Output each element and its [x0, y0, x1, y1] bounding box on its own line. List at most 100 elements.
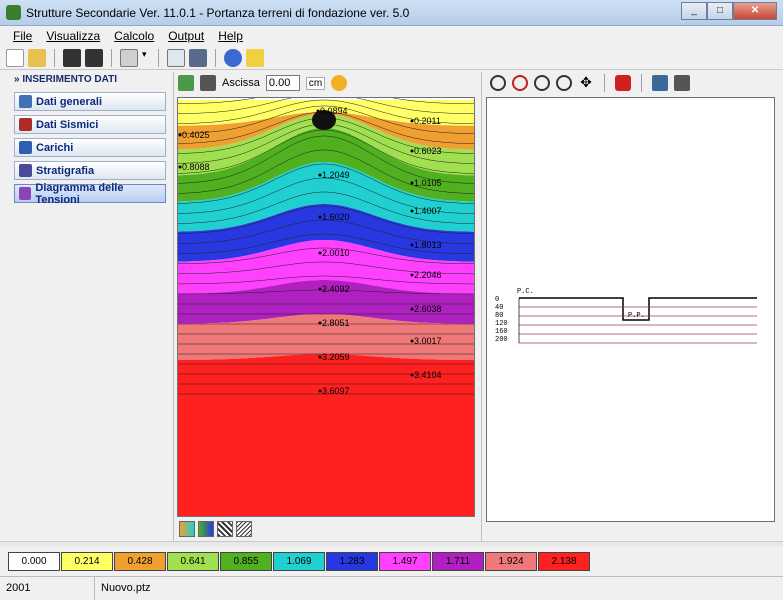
- diagram-icon: [19, 187, 32, 200]
- minimize-button[interactable]: _: [681, 2, 707, 20]
- legend-swatch: 0.428: [114, 552, 166, 571]
- print-setup-icon[interactable]: [120, 48, 138, 67]
- legend-swatch: 0.641: [167, 552, 219, 571]
- sidebar-item-stratigrafia[interactable]: Stratigrafia: [14, 161, 166, 180]
- contour-label: 1.8013: [414, 240, 442, 250]
- contour-label: 2.4092: [322, 284, 350, 294]
- save-all-icon[interactable]: [85, 48, 103, 67]
- status-bar: 2001 Nuovo.ptz: [0, 576, 783, 600]
- toolbar-separator: [111, 48, 112, 67]
- stress-band: [178, 394, 474, 516]
- contour-label: 0.0894: [320, 106, 348, 116]
- menu-visualizza[interactable]: Visualizza: [39, 26, 107, 46]
- sidebar-item-dati-generali[interactable]: Dati generali: [14, 92, 166, 111]
- input-sidebar: » INSERIMENTO DATI Dati generali Dati Si…: [8, 72, 172, 542]
- isolines-view-icon[interactable]: [217, 521, 233, 537]
- pin-icon[interactable]: [615, 75, 631, 91]
- lines-view-icon[interactable]: [236, 521, 252, 537]
- menu-help[interactable]: Help: [211, 26, 250, 46]
- pan-icon[interactable]: ✥: [578, 75, 594, 91]
- sidebar-item-diagramma-tensioni[interactable]: Diagramma delle Tensioni: [14, 181, 166, 206]
- depth-label: 0: [495, 296, 499, 304]
- ascissa-input[interactable]: [265, 75, 300, 91]
- legend-swatch: 1.069: [273, 552, 325, 571]
- contour-label-marker: [318, 251, 322, 255]
- dropdown-icon[interactable]: ▾: [142, 49, 150, 67]
- contour-label: 2.0010: [322, 248, 350, 258]
- status-filename: Nuovo.ptz: [101, 582, 151, 594]
- pc-label: P.C.: [517, 288, 534, 296]
- loads-icon: [19, 141, 32, 154]
- legend-swatch: 1.283: [326, 552, 378, 571]
- sidebar-item-label: Carichi: [36, 141, 74, 154]
- contour-label: 0.6023: [414, 146, 442, 156]
- sidebar-item-carichi[interactable]: Carichi: [14, 138, 166, 157]
- title-bar: Strutture Secondarie Ver. 11.0.1 - Porta…: [0, 0, 783, 26]
- contour-label: 0.4025: [182, 130, 210, 140]
- help-icon[interactable]: [246, 48, 264, 67]
- contour-label: 1.6020: [322, 212, 350, 222]
- contour-label-marker: [410, 149, 414, 153]
- window-title: Strutture Secondarie Ver. 11.0.1 - Porta…: [26, 6, 410, 20]
- app-icon: [6, 5, 21, 20]
- contour-label: 2.8051: [322, 318, 350, 328]
- seismic-icon: [19, 118, 32, 131]
- print-icon[interactable]: [200, 75, 216, 91]
- stress-toolbar: Ascissa cm: [174, 72, 479, 94]
- section-canvas[interactable]: 0 40 80 120 160 200 P.C. P.P.: [486, 97, 775, 522]
- depth-label: 40: [495, 304, 503, 312]
- contour-label-marker: [410, 243, 414, 247]
- depth-label: 120: [495, 320, 508, 328]
- person-icon[interactable]: [189, 48, 207, 67]
- close-button[interactable]: ✕: [733, 2, 777, 20]
- zoom-in-icon[interactable]: [512, 75, 528, 91]
- menu-bar: File Visualizza Calcolo Output Help: [0, 26, 783, 46]
- sidebar-header[interactable]: » INSERIMENTO DATI: [8, 72, 172, 88]
- new-icon[interactable]: [6, 48, 24, 67]
- contour-label-marker: [318, 321, 322, 325]
- layers-icon: [19, 164, 32, 177]
- contour-label: 3.6097: [322, 386, 350, 396]
- contour-label: 3.4104: [414, 370, 442, 380]
- zoom-out-icon[interactable]: [534, 75, 550, 91]
- export-image-icon[interactable]: [652, 75, 668, 91]
- gradient-view-icon[interactable]: [179, 521, 195, 537]
- main-toolbar: ▾: [0, 46, 783, 70]
- contour-label-marker: [178, 165, 182, 169]
- save-icon[interactable]: [63, 48, 81, 67]
- zoom-extents-icon[interactable]: [556, 75, 572, 91]
- contour-label-marker: [410, 119, 414, 123]
- color-legend: 0.000 0.214 0.428 0.641 0.855 1.069 1.283 1.497…: [8, 552, 591, 571]
- contour-label: 3.2059: [322, 352, 350, 362]
- sidebar-item-label: Diagramma delle Tensioni: [35, 181, 124, 206]
- export-image-icon[interactable]: [178, 75, 194, 91]
- open-icon[interactable]: [28, 48, 46, 67]
- print-icon[interactable]: [674, 75, 690, 91]
- stress-contour-plot[interactable]: 0.0894 0.2011 0.4025 0.6023 0.8088 1.0105 1.20…: [177, 87, 475, 517]
- zoom-window-icon[interactable]: [490, 75, 506, 91]
- contour-label: 2.2046: [414, 270, 442, 280]
- contour-label-marker: [316, 109, 320, 113]
- sidebar-item-dati-sismici[interactable]: Dati Sismici: [14, 115, 166, 134]
- depth-label: 80: [495, 312, 503, 320]
- contour-label: 3.0017: [414, 336, 442, 346]
- bands-view-icon[interactable]: [198, 521, 214, 537]
- contour-label-marker: [410, 181, 414, 185]
- contour-label-marker: [410, 307, 414, 311]
- contour-label-marker: [318, 215, 322, 219]
- menu-output[interactable]: Output: [161, 26, 211, 46]
- export-icon[interactable]: [167, 48, 185, 67]
- maximize-button[interactable]: □: [707, 2, 733, 20]
- ascissa-label: Ascissa: [222, 77, 260, 89]
- toolbar-separator: [54, 48, 55, 67]
- contour-label-marker: [410, 273, 414, 277]
- recalculate-icon[interactable]: [331, 75, 348, 91]
- window-controls: _ □ ✕: [681, 2, 777, 20]
- toolbar-separator: [158, 48, 159, 67]
- menu-file[interactable]: File: [6, 26, 39, 46]
- contour-label: 1.4007: [414, 206, 442, 216]
- menu-calcolo[interactable]: Calcolo: [107, 26, 161, 46]
- splitter-handle[interactable]: [0, 541, 783, 547]
- legend-swatch: 2.138: [538, 552, 590, 571]
- info-icon[interactable]: [224, 48, 242, 67]
